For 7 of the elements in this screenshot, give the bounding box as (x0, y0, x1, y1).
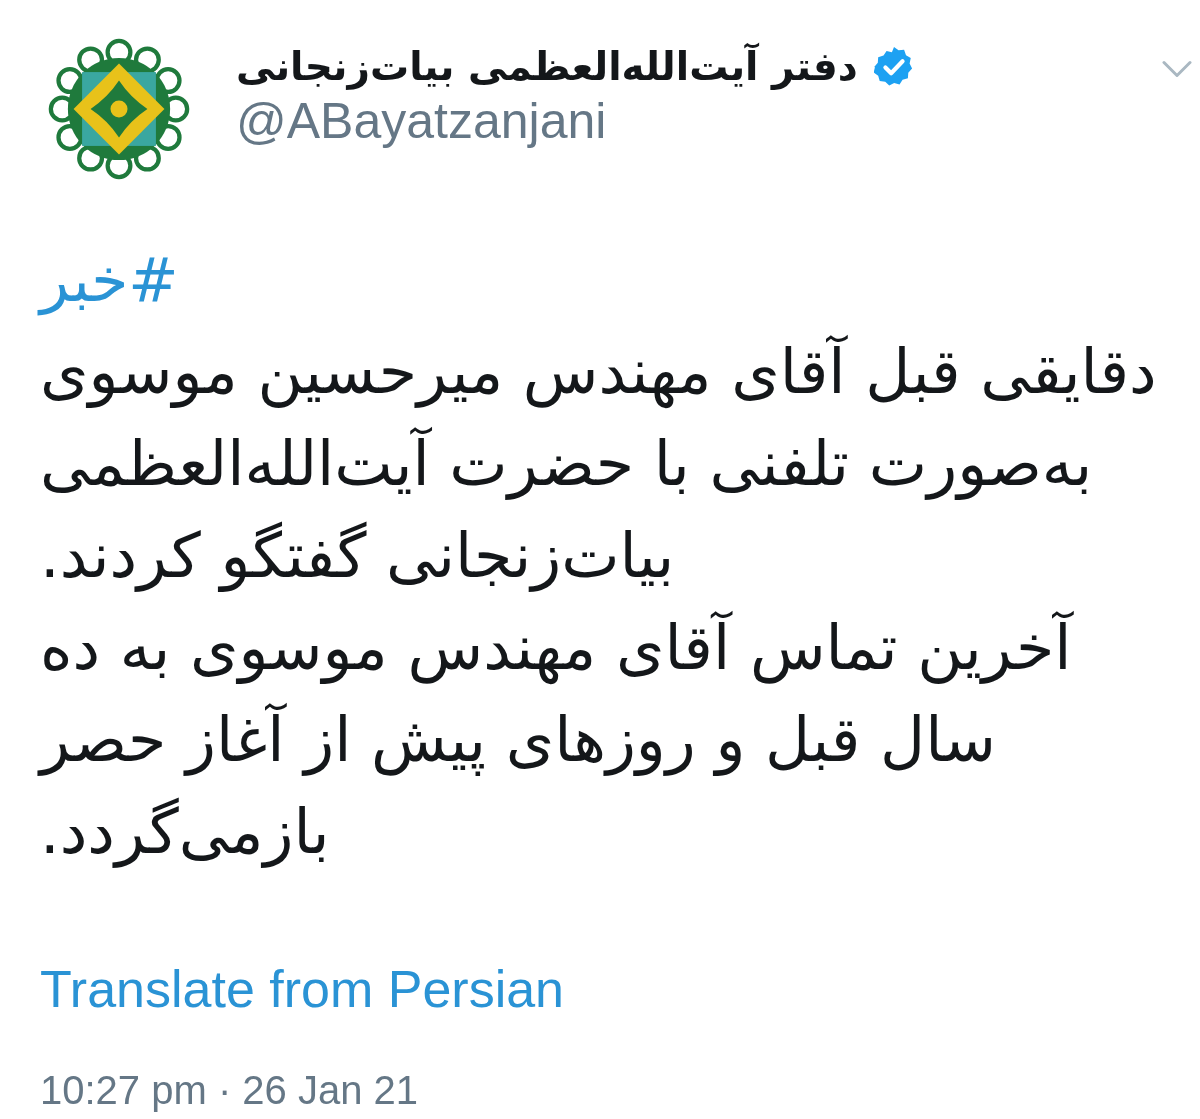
tweet-timestamp: 10:27 pm · 26 Jan 21 (40, 1068, 419, 1113)
account-handle: @ABayatzanjani (236, 92, 607, 149)
tweet-paragraph: دقایقی قبل آقای مهندس میرحسین موسوی به‌صورت تلفنی با حضرت آیت‌الله‌العظمی بیات‌زنجانی گفتگو کردند. (40, 334, 1158, 594)
display-name: دفتر آیت‌الله‌العظمی بیات‌زنجانی (236, 44, 858, 91)
translate-link[interactable]: Translate from Persian (40, 958, 565, 1021)
hashtag-link[interactable]: #خبر (40, 245, 179, 315)
ornament-avatar-icon[interactable] (48, 38, 190, 180)
